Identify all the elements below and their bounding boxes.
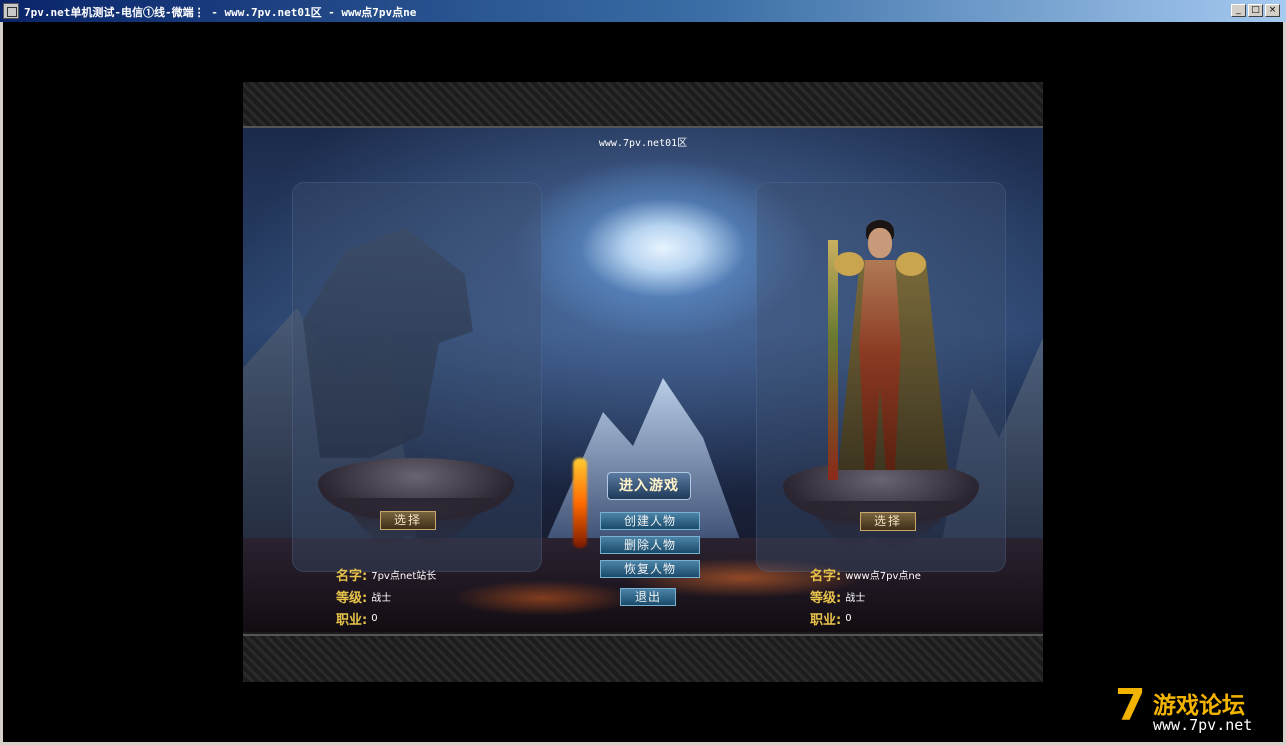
delete-character-button[interactable]: 删除人物	[600, 536, 700, 554]
job-row: 职业: 0	[336, 607, 436, 629]
name-label: 名字:	[336, 568, 368, 584]
level-row: 等级: 战士	[810, 585, 921, 607]
job-label: 职业:	[336, 612, 368, 628]
window-title-bar[interactable]: 7pv.net单机测试-电信①线-微端⋮ - www.7pv.net01区 - …	[0, 0, 1286, 22]
select-button-left[interactable]: 选择	[380, 511, 436, 530]
level-label: 等级:	[336, 590, 368, 606]
app-icon[interactable]	[3, 3, 19, 19]
name-value: 7pv点net站长	[371, 570, 437, 582]
window-controls: _ □ ×	[1231, 4, 1280, 17]
character-info-right: 名字: www点7pv点ne 等级: 战士 职业: 0	[810, 563, 921, 629]
job-row: 职业: 0	[810, 607, 921, 629]
level-row: 等级: 战士	[336, 585, 436, 607]
level-value: 战士	[845, 592, 866, 604]
minimize-button[interactable]: _	[1231, 4, 1246, 17]
watermark-digit: 7	[1115, 680, 1146, 731]
job-value: 0	[371, 612, 378, 624]
warrior-pauldron-right	[896, 252, 926, 276]
warrior-character[interactable]	[798, 210, 948, 480]
warrior-pauldron-left	[834, 252, 864, 276]
game-viewport: www.7pv.net01区 选择 选择 进入游戏 创建人物 删除人物 恢复人物…	[243, 82, 1043, 682]
level-value: 战士	[371, 592, 392, 604]
exit-button[interactable]: 退出	[620, 588, 676, 606]
bottom-decor-band	[243, 634, 1043, 682]
create-character-button[interactable]: 创建人物	[600, 512, 700, 530]
name-row: 名字: www点7pv点ne	[810, 563, 921, 585]
window-title: 7pv.net单机测试-电信①线-微端⋮ - www.7pv.net01区 - …	[24, 6, 417, 19]
job-value: 0	[845, 612, 852, 624]
maximize-button[interactable]: □	[1248, 4, 1263, 17]
site-watermark: 7 游戏论坛 www.7pv.net	[1115, 684, 1275, 738]
lava-flow	[573, 458, 587, 548]
top-decor-band	[243, 82, 1043, 128]
select-button-right[interactable]: 选择	[860, 512, 916, 531]
warrior-sword	[828, 240, 838, 480]
name-row: 名字: 7pv点net站长	[336, 563, 436, 585]
close-button[interactable]: ×	[1265, 4, 1280, 17]
name-value: www点7pv点ne	[845, 570, 921, 582]
job-label: 职业:	[810, 612, 842, 628]
character-select-scene: www.7pv.net01区 选择 选择 进入游戏 创建人物 删除人物 恢复人物…	[243, 128, 1043, 632]
watermark-url: www.7pv.net	[1153, 716, 1253, 734]
level-label: 等级:	[810, 590, 842, 606]
server-label: www.7pv.net01区	[598, 138, 688, 149]
watermark-title: 游戏论坛	[1153, 693, 1245, 719]
restore-character-button[interactable]: 恢复人物	[600, 560, 700, 578]
warrior-head	[868, 228, 892, 258]
enter-game-button[interactable]: 进入游戏	[607, 472, 691, 500]
name-label: 名字:	[810, 568, 842, 584]
character-info-left: 名字: 7pv点net站长 等级: 战士 职业: 0	[336, 563, 436, 629]
